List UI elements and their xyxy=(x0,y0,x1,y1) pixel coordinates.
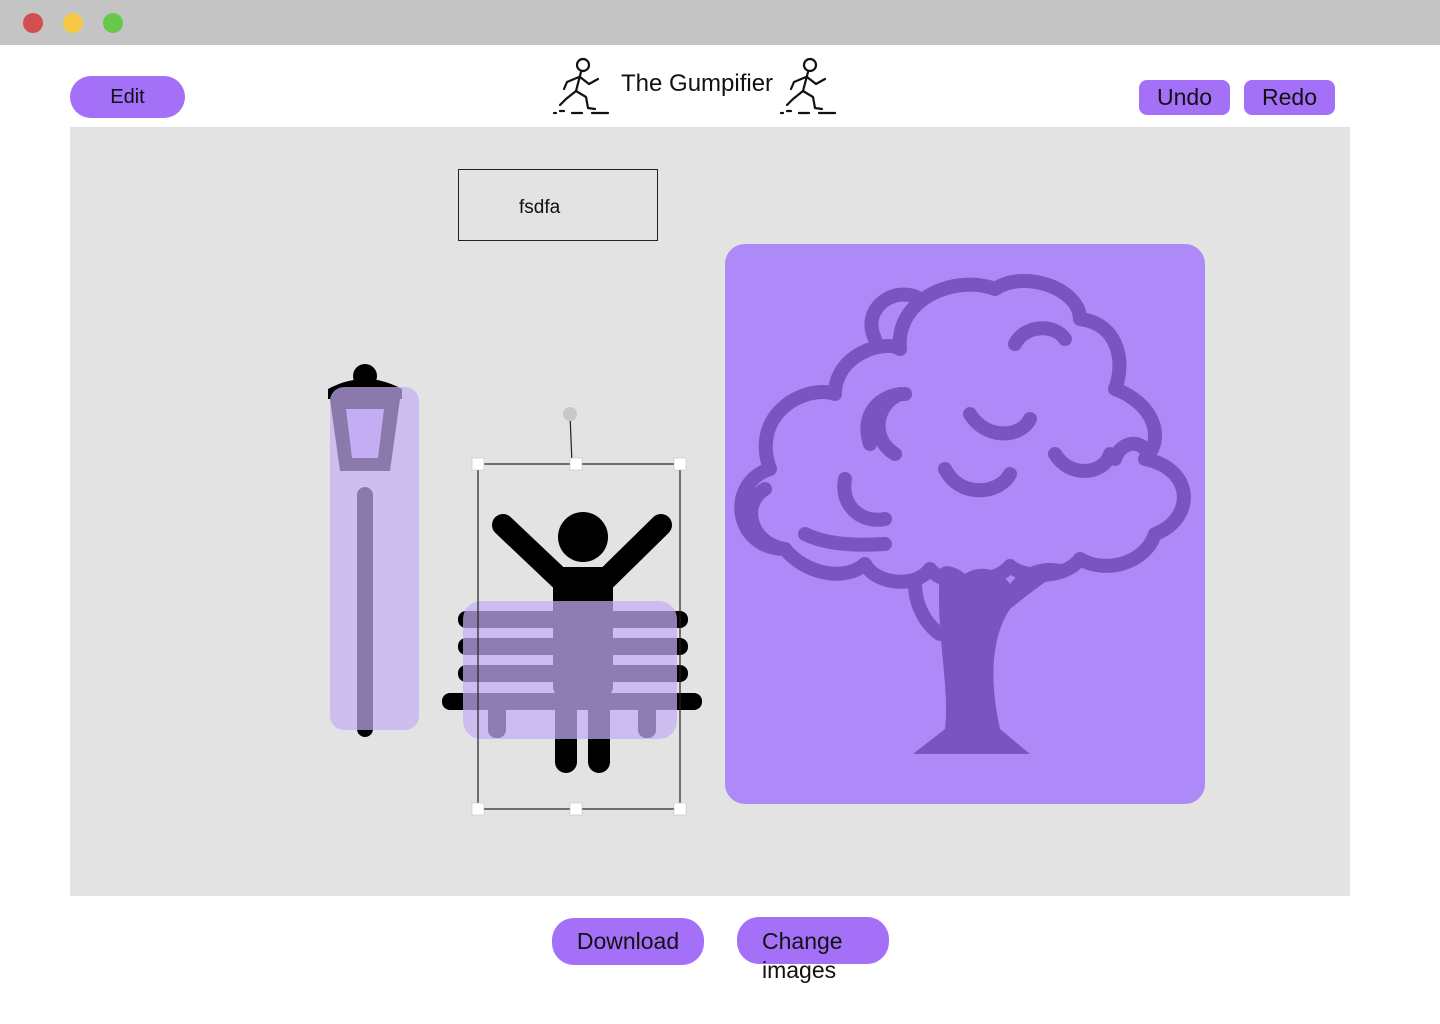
minimize-window-button[interactable] xyxy=(63,13,83,33)
tree-icon xyxy=(734,274,1191,754)
running-man-icon xyxy=(779,57,837,115)
window-titlebar xyxy=(0,0,1440,45)
close-window-button[interactable] xyxy=(23,13,43,33)
change-images-button[interactable]: Change images xyxy=(737,917,889,983)
download-button[interactable]: Download xyxy=(552,918,704,965)
undo-button[interactable]: Undo xyxy=(1139,80,1230,115)
text-box[interactable]: fsdfa xyxy=(458,169,658,241)
app-title: The Gumpifier xyxy=(621,70,774,97)
resize-handle[interactable] xyxy=(673,457,687,471)
editor-canvas[interactable]: fsdfa xyxy=(70,127,1350,896)
change-images-label: Change images xyxy=(762,928,843,983)
resize-handle[interactable] xyxy=(673,802,687,816)
selection-box[interactable] xyxy=(466,402,696,822)
maximize-window-button[interactable] xyxy=(103,13,123,33)
resize-handle[interactable] xyxy=(471,457,485,471)
edit-button[interactable]: Edit xyxy=(70,76,185,118)
tree-image-card[interactable] xyxy=(725,244,1205,804)
running-man-icon xyxy=(552,57,610,115)
redo-button[interactable]: Redo xyxy=(1244,80,1335,115)
resize-handle[interactable] xyxy=(569,802,583,816)
text-box-content: fsdfa xyxy=(519,197,561,218)
resize-handle[interactable] xyxy=(471,802,485,816)
rotate-handle[interactable] xyxy=(563,407,577,421)
lamppost-icon[interactable] xyxy=(320,363,420,743)
resize-handle[interactable] xyxy=(569,457,583,471)
